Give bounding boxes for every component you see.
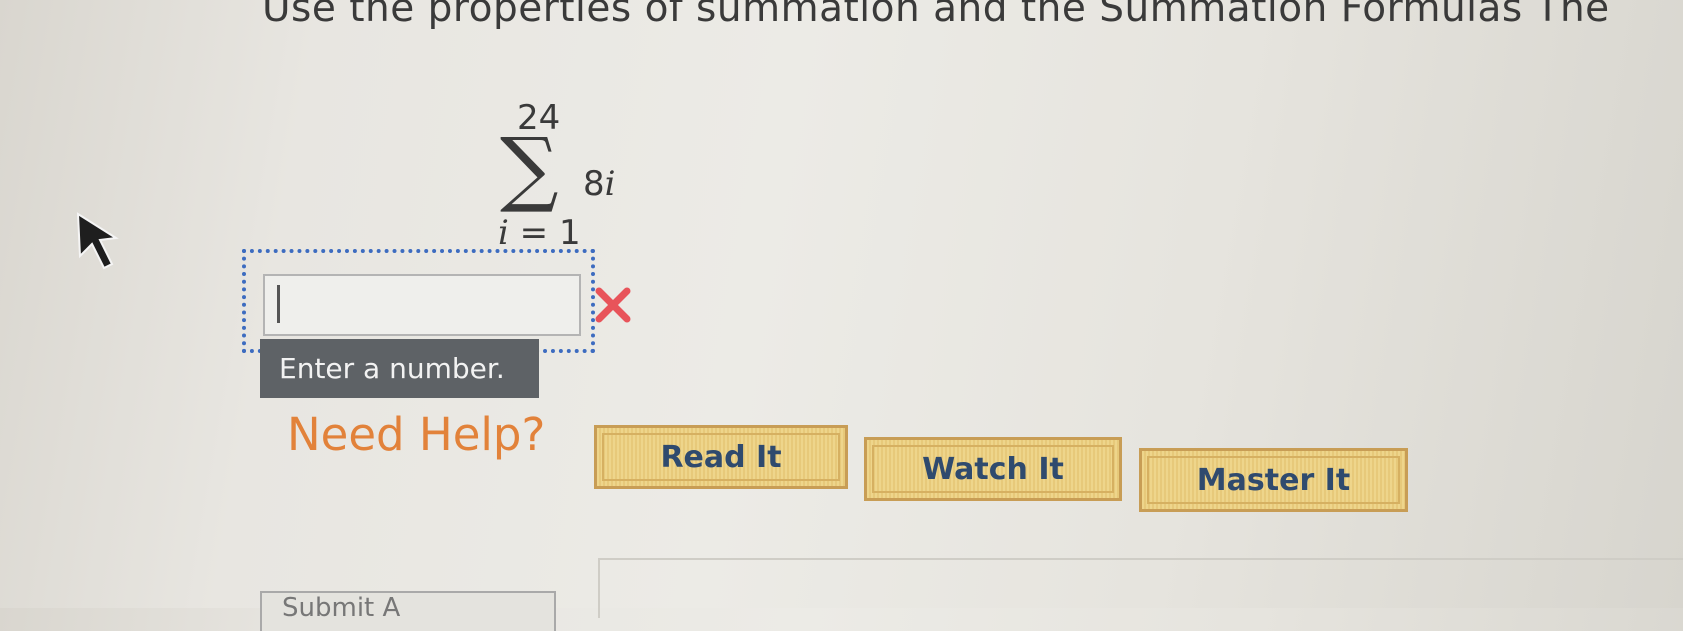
summation-lower-value: = 1: [508, 213, 581, 253]
summation-term: 8i: [583, 164, 616, 204]
summation-expression: 24 ∑ 8i i = 1: [490, 98, 650, 258]
mouse-pointer-icon: [76, 212, 119, 270]
answer-input[interactable]: [263, 274, 581, 336]
summation-sigma-symbol: ∑: [500, 121, 559, 216]
watch-it-button[interactable]: Watch It: [864, 437, 1122, 501]
validation-tooltip: Enter a number.: [260, 339, 539, 398]
read-it-button[interactable]: Read It: [594, 425, 848, 489]
summation-lower-limit: i = 1: [498, 213, 581, 253]
lower-panel: [598, 558, 1683, 618]
submit-answer-button[interactable]: Submit A: [260, 591, 556, 631]
read-it-label: Read It: [660, 439, 782, 475]
question-text: Use the properties of summation and the …: [262, 0, 1610, 31]
master-it-label: Master It: [1196, 462, 1351, 498]
summation-term-variable: i: [604, 164, 616, 204]
watch-it-label: Watch It: [922, 451, 1064, 487]
text-caret: [277, 285, 280, 323]
summation-index-variable: i: [498, 213, 509, 253]
summation-term-coefficient: 8: [583, 164, 605, 204]
master-it-button[interactable]: Master It: [1139, 448, 1408, 512]
x-mark-icon: [595, 287, 631, 323]
need-help-heading: Need Help?: [287, 408, 546, 461]
